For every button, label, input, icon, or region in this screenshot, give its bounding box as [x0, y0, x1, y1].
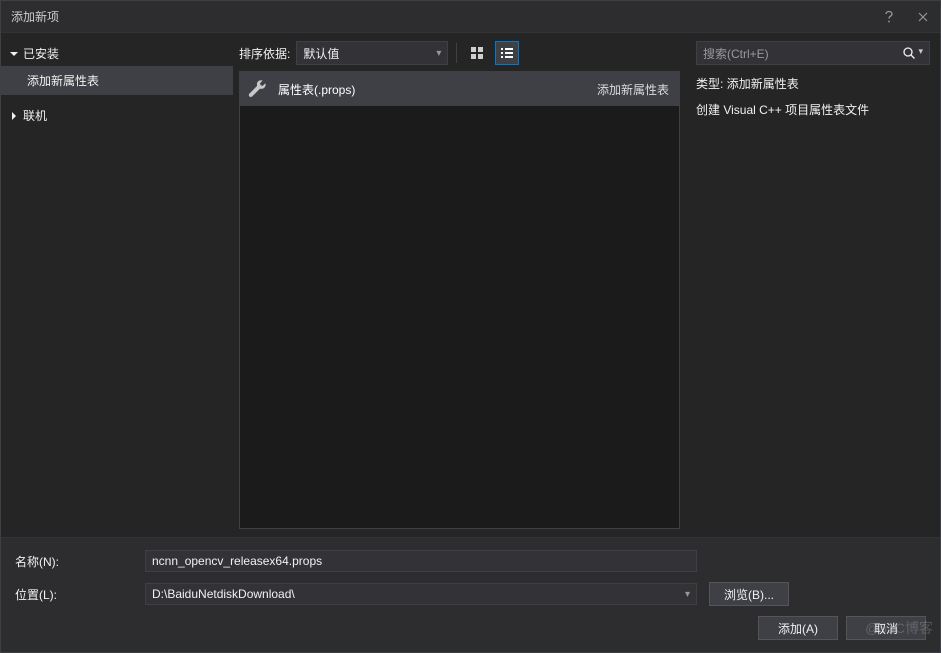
- cancel-label: 取消: [874, 620, 898, 637]
- grid-icon: [470, 46, 484, 60]
- search-input[interactable]: 搜索(Ctrl+E) ▾: [696, 41, 930, 65]
- wrench-icon: [246, 78, 268, 100]
- help-icon: [884, 10, 894, 24]
- info-description: 创建 Visual C++ 项目属性表文件: [696, 101, 930, 119]
- list-icon: [500, 46, 514, 60]
- view-list-button[interactable]: [495, 41, 519, 65]
- template-row[interactable]: 属性表(.props) 添加新属性表: [240, 72, 679, 106]
- bottom-form: 名称(N): ncnn_opencv_releasex64.props 位置(L…: [1, 537, 940, 652]
- view-icons-button[interactable]: [465, 41, 489, 65]
- sort-combo[interactable]: 默认值 ▾: [296, 41, 448, 65]
- location-label: 位置(L):: [15, 586, 145, 603]
- chevron-down-icon: ▾: [685, 589, 690, 600]
- sidebar-item-property-sheet[interactable]: 添加新属性表: [1, 66, 233, 95]
- location-value: D:\BaiduNetdiskDownload\: [152, 587, 295, 601]
- template-list[interactable]: 属性表(.props) 添加新属性表: [239, 71, 680, 529]
- chevron-down-icon: [9, 49, 19, 59]
- sidebar-section-online[interactable]: 联机: [1, 103, 233, 128]
- help-button[interactable]: [872, 1, 906, 33]
- separator: [456, 43, 457, 63]
- add-button[interactable]: 添加(A): [758, 616, 838, 640]
- browse-button[interactable]: 浏览(B)...: [709, 582, 789, 606]
- sidebar: 已安装 添加新属性表 联机: [1, 33, 233, 537]
- info-type: 类型: 添加新属性表: [696, 75, 930, 93]
- close-icon: [918, 12, 928, 22]
- name-input[interactable]: ncnn_opencv_releasex64.props: [145, 550, 697, 572]
- sidebar-item-label: 添加新属性表: [27, 74, 99, 88]
- sort-value: 默认值: [303, 45, 339, 62]
- info-type-value: 添加新属性表: [727, 77, 799, 91]
- chevron-right-icon: [9, 111, 19, 121]
- sidebar-section-label: 联机: [23, 107, 47, 124]
- close-button[interactable]: [906, 1, 940, 33]
- window-title: 添加新项: [11, 8, 59, 25]
- add-label: 添加(A): [778, 620, 818, 637]
- template-name: 属性表(.props): [278, 81, 597, 98]
- browse-label: 浏览(B)...: [724, 586, 774, 603]
- cancel-button[interactable]: 取消: [846, 616, 926, 640]
- chevron-down-icon: ▾: [436, 48, 441, 59]
- title-bar: 添加新项: [1, 1, 940, 33]
- template-category: 添加新属性表: [597, 81, 669, 98]
- location-combo[interactable]: D:\BaiduNetdiskDownload\ ▾: [145, 583, 697, 605]
- center-panel: 排序依据: 默认值 ▾: [233, 33, 686, 537]
- sort-label: 排序依据:: [239, 45, 290, 62]
- name-value: ncnn_opencv_releasex64.props: [152, 554, 322, 568]
- search-placeholder: 搜索(Ctrl+E): [703, 45, 769, 62]
- info-type-label: 类型:: [696, 77, 723, 91]
- name-label: 名称(N):: [15, 553, 145, 570]
- sidebar-section-label: 已安装: [23, 45, 59, 62]
- sidebar-section-installed[interactable]: 已安装: [1, 41, 233, 66]
- search-icon: ▾: [902, 46, 923, 60]
- toolbar: 排序依据: 默认值 ▾: [239, 41, 680, 65]
- info-panel: 搜索(Ctrl+E) ▾ 类型: 添加新属性表 创建 Visual C++ 项目…: [686, 33, 940, 537]
